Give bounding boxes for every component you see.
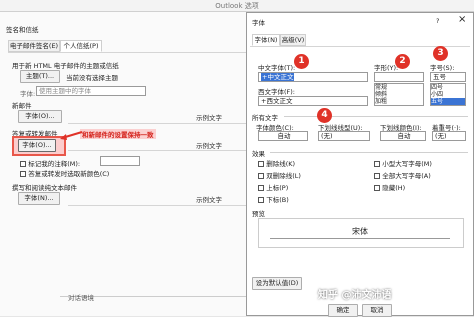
effect-label: 上标(P) xyxy=(266,184,289,192)
cn-font-select[interactable]: +中文正文 xyxy=(258,72,368,82)
checkbox[interactable] xyxy=(374,173,380,179)
underline-select[interactable]: (无) xyxy=(318,131,370,141)
preview-text: 宋体 xyxy=(352,227,368,236)
watermark: 知乎 @沛文沛语 xyxy=(318,290,392,301)
theme-button[interactable]: 主题(T)... xyxy=(20,70,60,83)
effect-label: 双删除线(L) xyxy=(266,172,301,180)
style-option[interactable]: 加粗 xyxy=(375,98,423,105)
effect-label: 隐藏(H) xyxy=(382,184,406,192)
theme-group-label: 用于新 HTML 电子邮件的主题或信纸 xyxy=(12,62,119,70)
help-icon[interactable]: ? xyxy=(436,17,439,25)
ok-button[interactable]: 确定 xyxy=(328,304,358,317)
mark-comments-row[interactable]: 标记我的注释(M): xyxy=(20,158,80,168)
theme-status: 当前没有选择主题 xyxy=(66,74,118,82)
plain-font-button[interactable]: 字体(N)... xyxy=(18,192,60,205)
annotation-text: 和新邮件的设置保持一致 xyxy=(80,129,156,139)
tab-divider xyxy=(8,52,246,53)
tab-font[interactable]: 字体(N) xyxy=(252,34,280,46)
checkbox[interactable] xyxy=(258,197,264,203)
cancel-button[interactable]: 取消 xyxy=(362,304,392,317)
tab-email-signature[interactable]: 电子邮件签名(E) xyxy=(8,40,60,52)
style-option[interactable]: 倾斜 xyxy=(375,91,423,98)
effect-label: 删除线(K) xyxy=(266,160,296,168)
new-mail-font-button[interactable]: 字体(O)... xyxy=(18,110,62,123)
all-caps-row[interactable]: 全部大写字母(A) xyxy=(374,170,431,180)
badge-3: 3 xyxy=(433,46,448,61)
badge-4: 4 xyxy=(317,108,332,123)
cn-font-value: +中文正文 xyxy=(261,73,295,81)
checkbox[interactable] xyxy=(258,185,264,191)
size-label: 字号(S): xyxy=(430,64,455,72)
style-field[interactable] xyxy=(374,72,424,82)
reply-sample-underline xyxy=(68,150,246,151)
checkbox[interactable] xyxy=(258,161,264,167)
section-label: 签名和信纸 xyxy=(6,26,39,34)
badge-1: 1 xyxy=(294,54,309,69)
effect-label: 全部大写字母(A) xyxy=(382,172,431,180)
pick-color-label: 答复或转发时选取新颜色(C) xyxy=(28,170,110,178)
checkbox[interactable] xyxy=(258,173,264,179)
preview-baseline xyxy=(270,238,450,239)
reply-font-button[interactable]: 字体(O)... xyxy=(18,139,56,152)
strikethrough-row[interactable]: 删除线(K) xyxy=(258,158,295,168)
double-strikethrough-row[interactable]: 双删除线(L) xyxy=(258,170,301,180)
sample-underline xyxy=(68,123,246,124)
plain-sample: 示例文字 xyxy=(196,196,222,204)
effect-label: 下标(B) xyxy=(266,196,289,204)
checkbox[interactable] xyxy=(374,185,380,191)
hidden-row[interactable]: 隐藏(H) xyxy=(374,182,405,192)
tab-advanced[interactable]: 高级(V) xyxy=(280,34,306,46)
checkbox[interactable] xyxy=(374,161,380,167)
effects-label: 效果 xyxy=(252,150,265,158)
effects-line xyxy=(270,152,468,153)
new-mail-sample: 示例文字 xyxy=(196,114,222,122)
tab-personal-stationery[interactable]: 个人信纸(P) xyxy=(60,40,102,52)
style-option[interactable]: 常规 xyxy=(375,84,423,91)
underline-color-select[interactable]: 自动 xyxy=(380,131,426,141)
font-label: 字体: xyxy=(20,90,36,98)
size-option-selected[interactable]: 五号 xyxy=(431,98,465,105)
size-field[interactable]: 五号 xyxy=(430,72,466,82)
plain-group-label: 撰写和阅读纯文本邮件 xyxy=(12,184,77,192)
small-caps-row[interactable]: 小型大写字母(M) xyxy=(374,158,432,168)
annotation-arrow xyxy=(60,131,83,140)
size-option[interactable]: 小四 xyxy=(431,91,465,98)
style-list[interactable]: 常规 倾斜 加粗 xyxy=(374,83,424,106)
new-mail-label: 新邮件 xyxy=(12,102,32,110)
plain-sample-underline xyxy=(68,205,246,206)
font-color-select[interactable]: 自动 xyxy=(258,131,308,141)
comment-name-field[interactable] xyxy=(100,156,140,166)
west-font-label: 西文字体(F): xyxy=(258,88,296,96)
west-font-select[interactable]: +西文正文 xyxy=(258,96,368,106)
emphasis-select[interactable]: (无) xyxy=(432,131,466,141)
preview-label: 预览 xyxy=(252,210,265,218)
size-list[interactable]: 四号 小四 五号 xyxy=(430,83,466,106)
superscript-row[interactable]: 上标(P) xyxy=(258,182,288,192)
reply-sample: 示例文字 xyxy=(196,142,222,150)
font-select[interactable]: 使用主题中的字体 xyxy=(36,86,146,96)
subscript-row[interactable]: 下标(B) xyxy=(258,194,289,204)
badge-2: 2 xyxy=(395,54,410,69)
pick-color-checkbox[interactable] xyxy=(20,171,26,177)
set-default-button[interactable]: 设为默认值(D) xyxy=(252,277,302,290)
mark-comments-label: 标记我的注释(M): xyxy=(28,160,81,168)
all-text-line xyxy=(284,116,468,117)
size-option[interactable]: 四号 xyxy=(431,84,465,91)
window-title: Outlook 选项 xyxy=(0,0,474,12)
dialog-title: 字体 xyxy=(252,19,265,27)
pick-color-row[interactable]: 答复或转发时选取新颜色(C) xyxy=(20,168,109,178)
bottom-label: 对话语境 xyxy=(68,294,94,302)
effect-label: 小型大写字母(M) xyxy=(382,160,432,168)
cn-font-label: 中文字体(T): xyxy=(258,64,296,72)
mark-comments-checkbox[interactable] xyxy=(20,161,26,167)
all-text-label: 所有文字 xyxy=(252,114,278,122)
close-icon[interactable]: × xyxy=(458,14,466,25)
